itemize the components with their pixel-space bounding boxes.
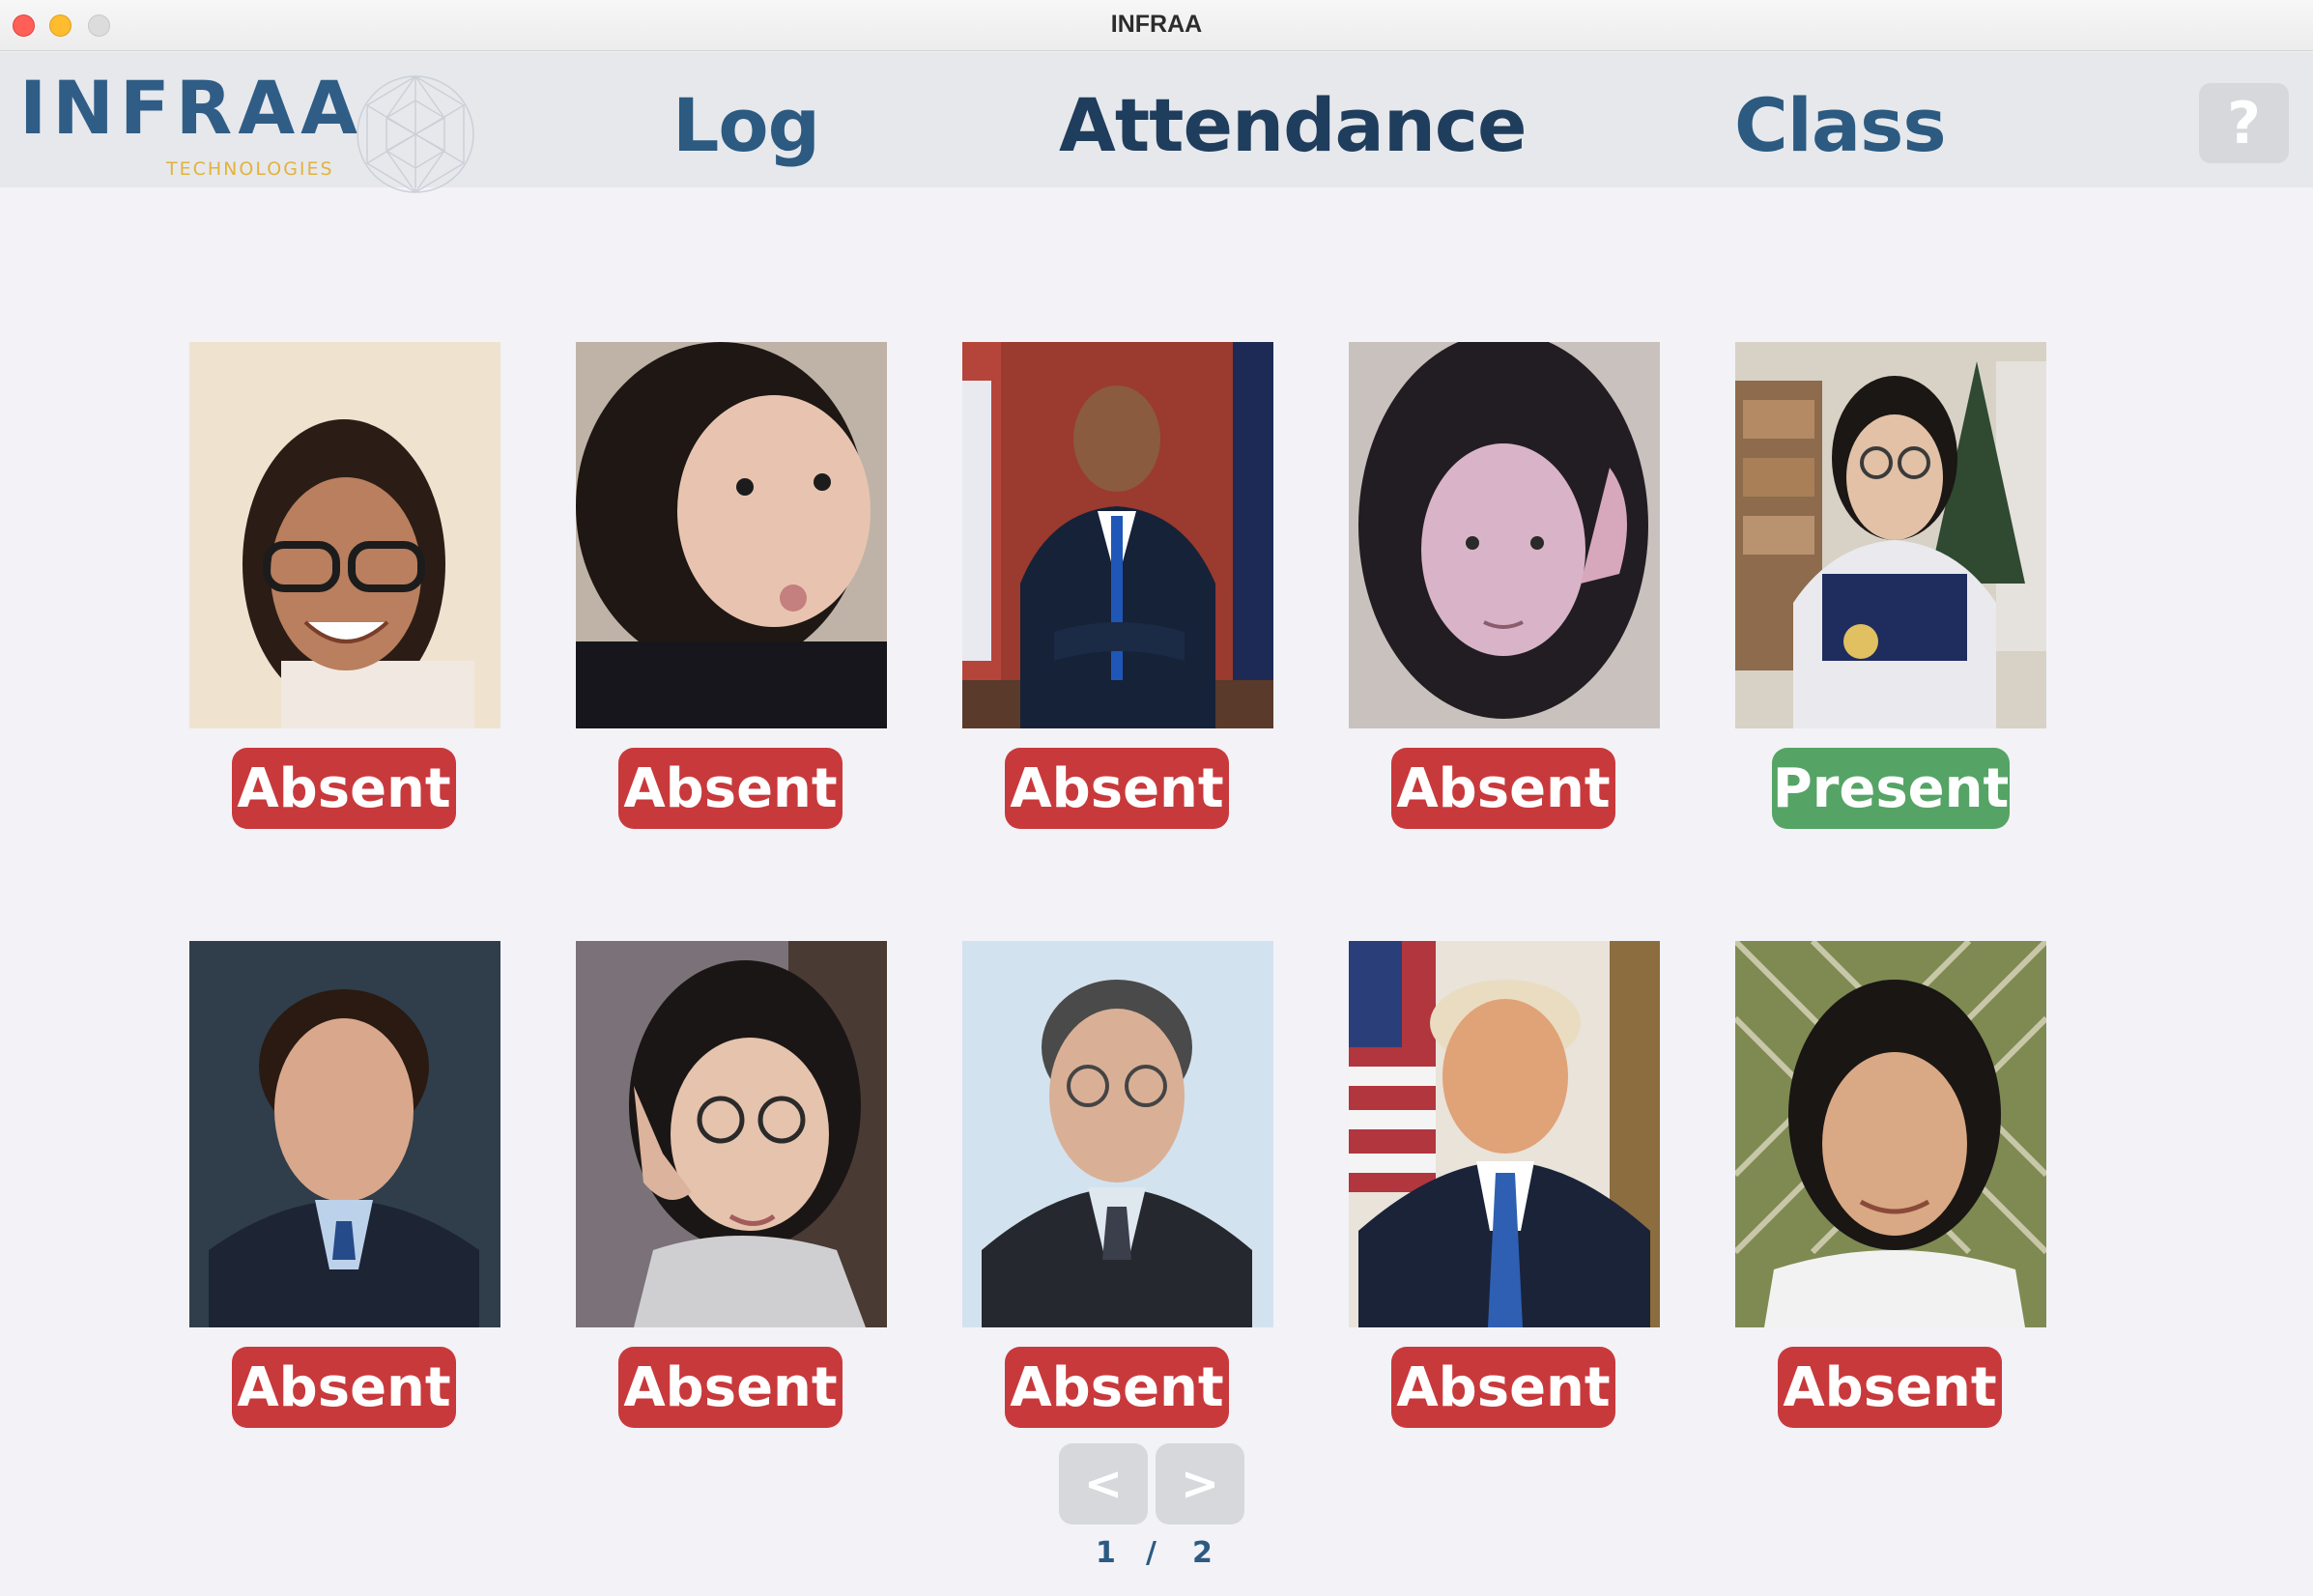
page-current: 1	[1096, 1536, 1116, 1570]
nav-attendance[interactable]: Attendance	[1059, 81, 1528, 169]
student-photo[interactable]	[1735, 941, 2046, 1327]
window-title: INFRAA	[1110, 11, 1203, 38]
logo-subtitle: TECHNOLOGIES	[166, 158, 334, 180]
attendance-status-badge[interactable]: Absent	[232, 1347, 456, 1428]
globe-icon	[357, 75, 474, 193]
page-separator: /	[1146, 1536, 1156, 1570]
page-total: 2	[1192, 1536, 1213, 1570]
infraa-logo: INFRAA TECHNOLOGIES	[19, 65, 474, 193]
app-header: INFRAA TECHNOLOGIES Log Attendance Class…	[0, 52, 2313, 193]
student-photo[interactable]	[189, 342, 500, 728]
student-photo[interactable]	[576, 342, 887, 728]
student-photo[interactable]	[962, 941, 1273, 1327]
student-photo[interactable]	[1735, 342, 2046, 728]
window-titlebar: INFRAA	[0, 0, 2313, 51]
attendance-status-badge[interactable]: Absent	[1391, 748, 1615, 829]
attendance-status-badge[interactable]: Absent	[1391, 1347, 1615, 1428]
help-button[interactable]: ?	[2199, 83, 2289, 163]
student-photo[interactable]	[189, 941, 500, 1327]
attendance-status-badge[interactable]: Absent	[1005, 748, 1229, 829]
attendance-status-badge[interactable]: Absent	[1005, 1347, 1229, 1428]
nav-class[interactable]: Class	[1734, 81, 1947, 169]
next-page-button[interactable]: >	[1156, 1443, 1244, 1525]
logo-wordmark: INFRAA	[19, 65, 363, 151]
student-photo[interactable]	[576, 941, 887, 1327]
previous-page-button[interactable]: <	[1059, 1443, 1148, 1525]
attendance-status-badge[interactable]: Present	[1772, 748, 2010, 829]
student-photo[interactable]	[1349, 941, 1660, 1327]
nav-log[interactable]: Log	[672, 81, 820, 169]
student-photo[interactable]	[962, 342, 1273, 728]
student-photo[interactable]	[1349, 342, 1660, 728]
attendance-status-badge[interactable]: Absent	[618, 1347, 842, 1428]
attendance-status-badge[interactable]: Absent	[1778, 1347, 2002, 1428]
attendance-status-badge[interactable]: Absent	[232, 748, 456, 829]
attendance-status-badge[interactable]: Absent	[618, 748, 842, 829]
